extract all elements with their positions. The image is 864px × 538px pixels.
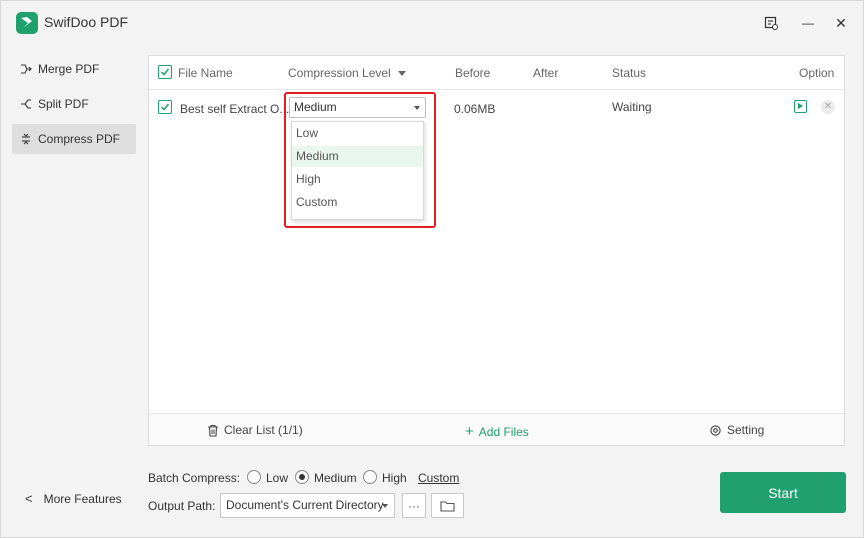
column-header-compression-level[interactable]: Compression Level xyxy=(288,66,407,80)
setting-label: Setting xyxy=(727,423,765,437)
merge-icon xyxy=(20,63,32,75)
column-header-before: Before xyxy=(455,66,491,80)
plus-icon: + xyxy=(465,423,474,440)
column-header-status: Status xyxy=(612,66,647,80)
clear-list-label: Clear List (1/1) xyxy=(224,423,303,437)
close-icon[interactable]: ✕ xyxy=(831,13,851,33)
folder-icon xyxy=(440,500,455,512)
table-row: Best self Extract O... 0.06MB Waiting xyxy=(149,92,844,126)
before-size-cell: 0.06MB xyxy=(454,102,496,116)
panel-footer: Clear List (1/1) + Add Files Setting xyxy=(149,413,844,445)
sidebar-item-label: Compress PDF xyxy=(38,132,121,146)
highlight-box xyxy=(284,92,436,228)
app-title: SwifDoo PDF xyxy=(44,14,129,30)
app-window: SwifDoo PDF — ✕ Merge PDF Split PDF Comp… xyxy=(0,0,864,538)
batch-custom-link[interactable]: Custom xyxy=(418,471,459,485)
gear-icon xyxy=(709,424,722,437)
trash-icon xyxy=(207,424,219,437)
remove-icon[interactable]: ✕ xyxy=(821,100,835,114)
row-checkbox[interactable] xyxy=(158,100,172,114)
play-icon[interactable] xyxy=(794,100,807,113)
batch-compress-label: Batch Compress: xyxy=(148,471,241,485)
select-all-checkbox[interactable] xyxy=(158,65,172,79)
file-list-panel: File Name Compression Level Before After… xyxy=(148,55,845,446)
chevron-down-icon xyxy=(382,504,388,508)
add-files-button[interactable]: + Add Files xyxy=(465,423,529,440)
more-options-button[interactable]: ··· xyxy=(402,493,426,518)
more-features-button[interactable]: < More Features xyxy=(25,491,122,506)
add-files-label: Add Files xyxy=(478,424,529,439)
split-icon xyxy=(20,98,32,110)
sidebar-item-label: Split PDF xyxy=(38,97,89,111)
batch-radio-low[interactable] xyxy=(247,470,261,484)
feedback-icon[interactable] xyxy=(761,13,781,33)
batch-option-medium-label: Medium xyxy=(314,471,357,485)
more-features-label: More Features xyxy=(43,491,122,506)
batch-option-low-label: Low xyxy=(266,471,289,485)
file-name-cell: Best self Extract O... xyxy=(180,102,290,116)
sidebar-item-split-pdf[interactable]: Split PDF xyxy=(12,89,136,119)
column-header-file-name: File Name xyxy=(178,66,233,80)
title-bar: SwifDoo PDF — ✕ xyxy=(1,1,863,45)
batch-radio-high[interactable] xyxy=(363,470,377,484)
column-header-option: Option xyxy=(799,66,835,80)
batch-option-high-label: High xyxy=(382,471,407,485)
status-cell: Waiting xyxy=(612,100,652,114)
chevron-left-icon: < xyxy=(25,491,33,506)
sidebar-item-merge-pdf[interactable]: Merge PDF xyxy=(12,54,136,84)
column-header-after: After xyxy=(533,66,559,80)
browse-folder-button[interactable] xyxy=(431,493,464,518)
start-button[interactable]: Start xyxy=(720,472,846,513)
sidebar-item-label: Merge PDF xyxy=(38,62,100,76)
ellipsis-icon: ··· xyxy=(408,498,420,513)
sidebar-item-compress-pdf[interactable]: Compress PDF xyxy=(12,124,136,154)
output-path-label: Output Path: xyxy=(148,499,216,513)
table-header: File Name Compression Level Before After… xyxy=(149,56,844,90)
batch-radio-medium[interactable] xyxy=(295,470,309,484)
sort-caret-icon xyxy=(398,71,407,77)
column-header-label: Compression Level xyxy=(288,66,391,80)
output-path-value: Document's Current Directory xyxy=(226,498,384,512)
clear-list-button[interactable]: Clear List (1/1) xyxy=(207,423,303,437)
output-path-select[interactable]: Document's Current Directory xyxy=(220,493,395,518)
compress-icon xyxy=(20,133,32,145)
app-logo-icon xyxy=(16,12,38,34)
setting-button[interactable]: Setting xyxy=(709,423,764,437)
minimize-icon[interactable]: — xyxy=(798,13,818,33)
